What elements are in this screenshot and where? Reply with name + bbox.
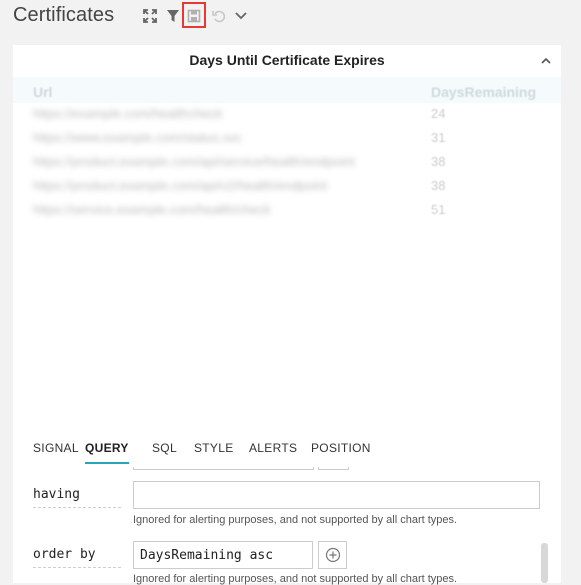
tab-sql[interactable]: SQL — [152, 441, 177, 462]
plus-circle-icon — [325, 547, 340, 563]
order-by-hint: Ignored for alerting purposes, and not s… — [133, 573, 458, 585]
url-cell: https://product.example.com/api/v2/healt… — [33, 178, 328, 193]
days-remaining-cell: 51 — [431, 202, 446, 217]
order-by-input[interactable]: DaysRemaining asc — [133, 541, 313, 569]
tab-style[interactable]: STYLE — [194, 441, 234, 462]
chart-panel: Days Until Certificate Expires Url DaysR… — [13, 45, 561, 585]
url-cell: https://www.example.com/status.svc — [33, 130, 242, 145]
having-hint: Ignored for alerting purposes, and not s… — [133, 514, 458, 526]
having-input[interactable] — [133, 481, 540, 509]
scrollbar[interactable] — [541, 543, 548, 583]
days-remaining-cell: 24 — [431, 106, 446, 121]
tab-position[interactable]: POSITION — [311, 441, 371, 462]
panel-header: Days Until Certificate Expires — [13, 45, 561, 75]
table-row[interactable]: https://product.example.com/api/service/… — [13, 150, 561, 174]
column-header-url[interactable]: Url — [33, 84, 52, 100]
having-label: having — [33, 487, 121, 508]
table-row[interactable]: https://service.example.com/health/check… — [13, 198, 561, 222]
fullscreen-icon[interactable] — [142, 8, 158, 24]
page-header: Certificates — [0, 0, 581, 36]
tab-alerts[interactable]: ALERTS — [249, 441, 297, 462]
chevron-up-icon[interactable] — [540, 54, 552, 66]
order-by-label: order by — [33, 547, 121, 568]
column-header-days-remaining[interactable]: DaysRemaining — [431, 84, 536, 100]
editor-tabs: SIGNAL QUERY SQL STYLE ALERTS POSITION — [13, 437, 561, 467]
save-icon[interactable] — [186, 8, 202, 24]
days-remaining-cell: 38 — [431, 178, 446, 193]
page-title: Certificates — [13, 4, 115, 26]
add-order-button[interactable] — [318, 541, 347, 569]
table-row[interactable]: https://www.example.com/status.svc 31 — [13, 126, 561, 150]
undo-icon[interactable] — [211, 8, 227, 24]
table-row[interactable]: https://example.com/healthcheck 24 — [13, 102, 561, 126]
url-cell: https://product.example.com/api/service/… — [33, 154, 355, 169]
tab-signal[interactable]: SIGNAL — [33, 441, 79, 462]
filter-icon[interactable] — [165, 8, 181, 24]
tab-query[interactable]: QUERY — [85, 441, 129, 464]
days-remaining-cell: 38 — [431, 154, 446, 169]
url-cell: https://example.com/healthcheck — [33, 106, 223, 121]
panel-title: Days Until Certificate Expires — [189, 52, 385, 68]
table-row[interactable]: https://product.example.com/api/v2/healt… — [13, 174, 561, 198]
chevron-down-icon[interactable] — [233, 8, 249, 24]
days-remaining-cell: 31 — [431, 130, 446, 145]
table-header: Url DaysRemaining — [13, 77, 561, 103]
url-cell: https://service.example.com/health/check — [33, 202, 271, 217]
